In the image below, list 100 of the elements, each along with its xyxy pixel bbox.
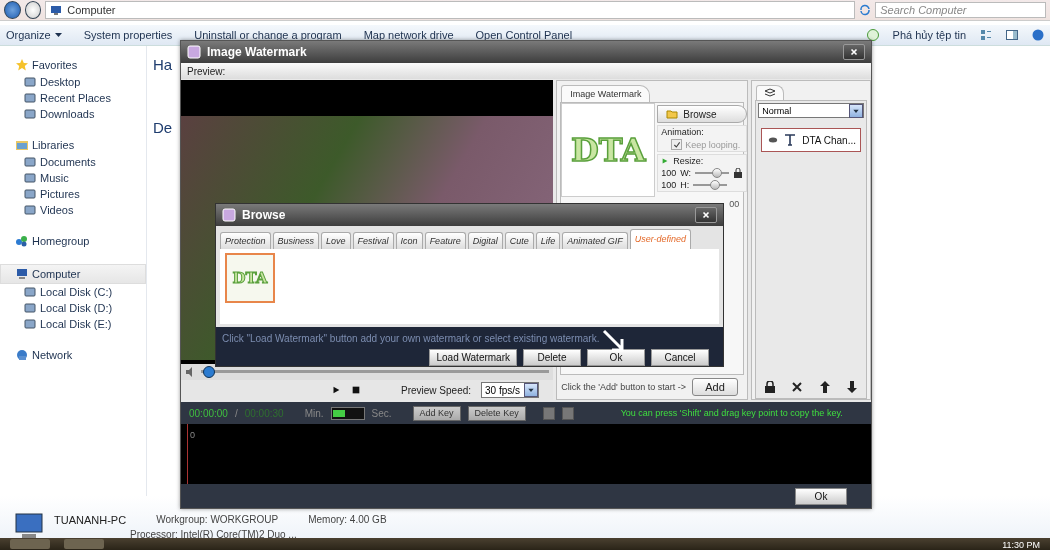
lock-icon xyxy=(733,168,744,178)
toolbar-button[interactable]: Map network drive xyxy=(363,29,454,41)
sidebar-group[interactable]: Homegroup xyxy=(0,232,146,250)
resize-value: 100 xyxy=(661,180,677,190)
toolbar-button[interactable]: Phá hủy tệp tin xyxy=(892,29,966,41)
toolbar-button[interactable]: Open Control Panel xyxy=(475,29,573,41)
sidebar-item[interactable]: Local Disk (C:) xyxy=(0,284,146,300)
sidebar-item[interactable]: Local Disk (E:) xyxy=(0,316,146,332)
address-bar[interactable]: Computer xyxy=(45,1,856,19)
down-arrow-icon xyxy=(846,381,859,393)
sidebar-item[interactable]: Local Disk (D:) xyxy=(0,300,146,316)
dialog-title: Browse xyxy=(242,207,286,222)
category-tab[interactable]: Digital xyxy=(467,231,503,249)
sidebar-item[interactable]: Videos xyxy=(0,202,146,218)
properties-tab[interactable]: Image Watermark xyxy=(561,85,651,102)
speed-dropdown[interactable]: 30 fps/s xyxy=(481,382,540,399)
sidebar-item[interactable]: Desktop xyxy=(0,74,146,90)
delete-x-icon xyxy=(791,381,804,393)
item-icon xyxy=(24,172,36,184)
category-tab[interactable]: Business xyxy=(272,231,320,249)
category-tab[interactable]: Animated GIF xyxy=(562,231,628,249)
close-button[interactable] xyxy=(695,206,717,223)
layer-name: DTA Chan... xyxy=(802,134,856,146)
item-icon xyxy=(24,302,36,314)
value-text: 00 xyxy=(729,199,740,211)
slider-thumb[interactable] xyxy=(709,180,720,190)
item-icon xyxy=(24,188,36,200)
speed-label: Preview Speed: xyxy=(401,384,472,396)
sidebar-item[interactable]: Recent Places xyxy=(0,90,146,106)
category-tab[interactable]: Festival xyxy=(352,231,394,249)
monitor-icon xyxy=(16,268,28,280)
window-title: Image Watermark xyxy=(207,45,307,59)
slider-thumb[interactable] xyxy=(202,366,215,379)
sidebar-group[interactable]: Favorites xyxy=(0,56,146,74)
check-icon xyxy=(672,140,681,149)
slider-thumb[interactable] xyxy=(711,168,722,178)
category-tab[interactable]: Feature xyxy=(424,231,466,249)
text-type-icon xyxy=(784,133,797,146)
add-button[interactable]: Add xyxy=(692,378,738,396)
section-header[interactable]: De xyxy=(153,119,173,136)
total-time: 00:00:30 xyxy=(244,407,284,419)
category-tab[interactable]: Icon xyxy=(395,231,423,249)
close-button[interactable] xyxy=(843,44,865,60)
category-tab[interactable]: Cute xyxy=(504,231,534,249)
eye-icon xyxy=(768,135,779,145)
back-button[interactable] xyxy=(4,1,21,19)
sidebar-group[interactable]: Network xyxy=(0,346,146,364)
sidebar-group[interactable]: Computer xyxy=(0,264,146,284)
timeline-hint: You can press 'Shift' and drag key point to copy the key. xyxy=(620,408,843,418)
sidebar-item[interactable]: Downloads xyxy=(0,106,146,122)
toolbar-button[interactable]: System properties xyxy=(83,29,173,41)
add-hint: Click the 'Add' button to start -> xyxy=(561,382,686,392)
preview-label: Preview: xyxy=(187,65,226,77)
caret-icon xyxy=(54,33,62,37)
previous-key-button[interactable] xyxy=(542,406,555,420)
checkbox-label: Keep looping. xyxy=(685,139,741,150)
clock: 11:30 PM xyxy=(1002,541,1040,550)
browse-button[interactable]: Browse xyxy=(657,105,748,123)
resize-value: 100 xyxy=(661,168,677,178)
preview-pane-icon xyxy=(1006,29,1018,41)
sidebar-item[interactable]: Documents xyxy=(0,154,146,170)
dialog-hint: Click "Load Watermark" button add your own watermark or select existing watermark. xyxy=(222,332,600,344)
app-icon xyxy=(187,45,201,59)
item-icon xyxy=(24,92,36,104)
app-icon xyxy=(222,207,236,222)
next-key-button[interactable] xyxy=(561,406,574,420)
sidebar-item[interactable]: Pictures xyxy=(0,186,146,202)
layers-tab[interactable] xyxy=(756,85,785,100)
unit-toggle[interactable] xyxy=(330,406,365,420)
folder-icon xyxy=(666,108,679,120)
sidebar-item[interactable]: Music xyxy=(0,170,146,186)
star-icon xyxy=(16,59,28,71)
current-time: 00:00:00 xyxy=(189,407,228,419)
toolbar-button[interactable]: Organize xyxy=(6,29,62,41)
monitor-icon xyxy=(50,4,63,16)
item-icon xyxy=(24,204,36,216)
close-icon xyxy=(849,47,859,57)
layer-item[interactable]: DTA Chan... xyxy=(761,128,861,152)
category-tab[interactable]: Protection xyxy=(220,231,271,249)
library-folder-icon xyxy=(16,139,28,151)
up-arrow-icon xyxy=(818,381,831,393)
workgroup-text: Workgroup: WORKGROUP xyxy=(156,514,279,526)
category-tab[interactable]: Love xyxy=(321,231,351,249)
blend-mode-dropdown[interactable]: Normal xyxy=(758,103,864,118)
network-nodes-icon xyxy=(16,235,28,247)
forward-button[interactable] xyxy=(24,1,42,19)
toolbar-button[interactable]: Uninstall or change a program xyxy=(194,29,342,41)
sidebar-group[interactable]: Libraries xyxy=(0,136,146,154)
search-field[interactable]: Search Computer xyxy=(875,2,1046,18)
breadcrumb-item[interactable]: Computer xyxy=(67,4,116,16)
axis-label: W: xyxy=(680,168,692,178)
ok-button[interactable]: Ok xyxy=(795,487,847,505)
resize-label: Resize: xyxy=(673,156,704,166)
category-tab[interactable]: Life xyxy=(535,231,561,249)
play-icon xyxy=(331,385,341,396)
refresh-icon xyxy=(859,4,872,16)
view-options-icon xyxy=(980,29,992,41)
section-header[interactable]: Ha xyxy=(153,56,173,73)
minutes-label: Min. xyxy=(304,407,324,419)
seconds-label: Sec. xyxy=(371,407,392,419)
